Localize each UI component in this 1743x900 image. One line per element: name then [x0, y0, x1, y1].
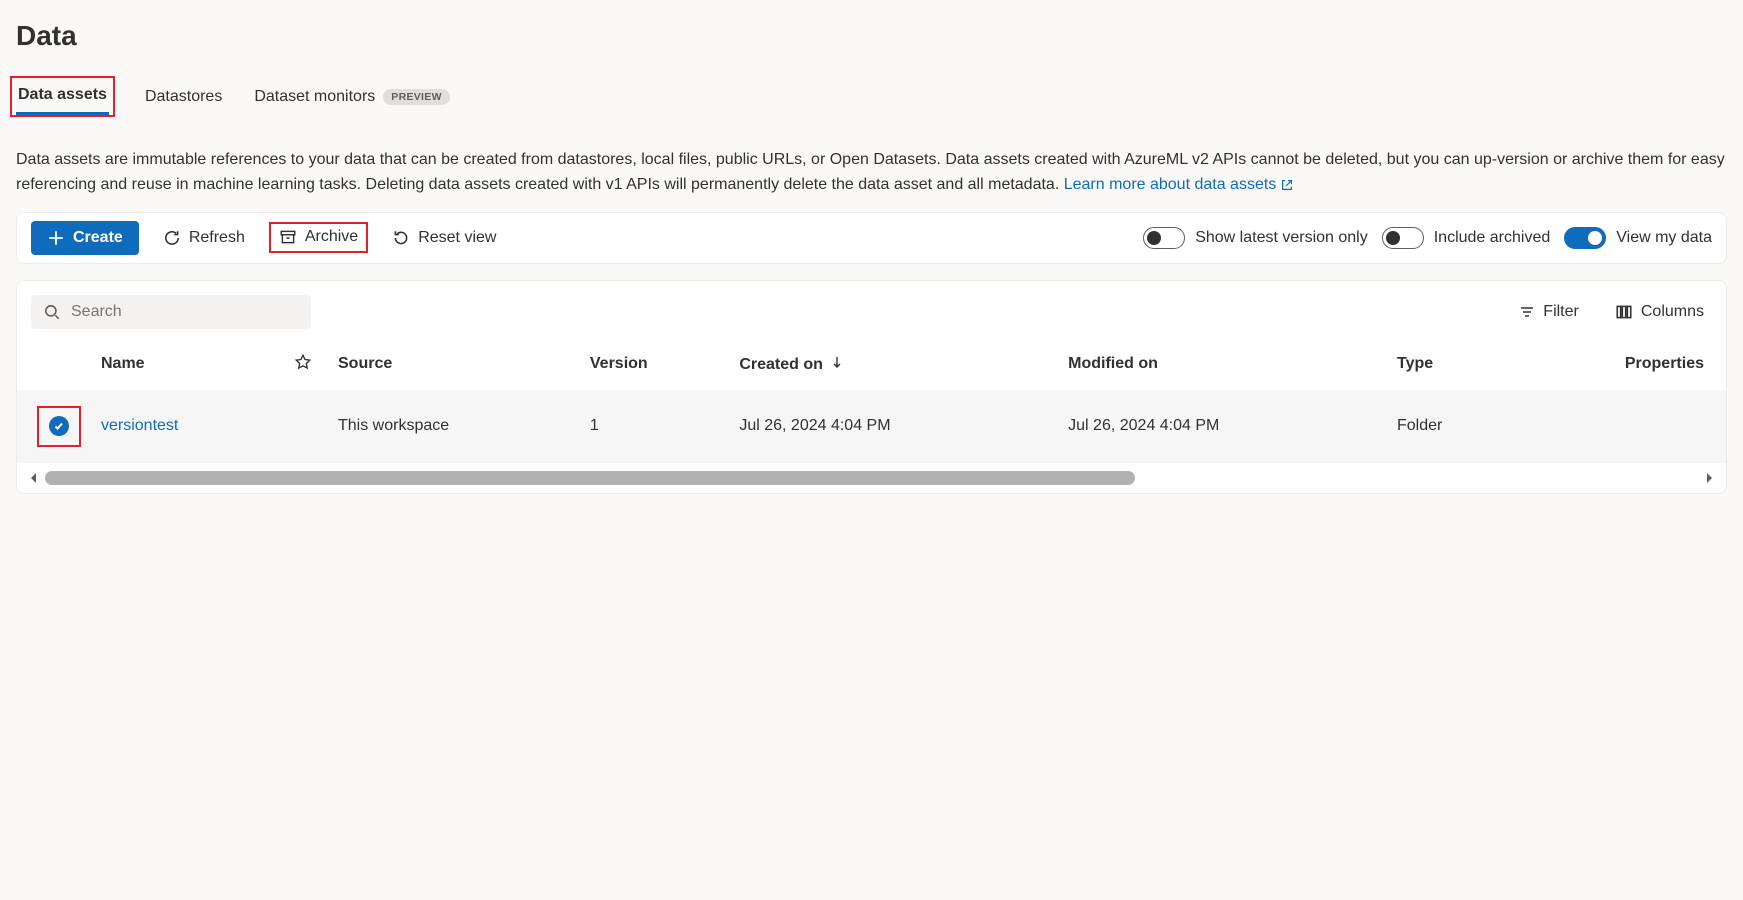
- col-source[interactable]: Source: [328, 339, 580, 390]
- col-type[interactable]: Type: [1387, 339, 1513, 390]
- toolbar: Create Refresh Archive: [16, 212, 1727, 264]
- columns-icon: [1615, 303, 1633, 321]
- tab-label: Datastores: [145, 88, 222, 106]
- star-icon: [294, 353, 312, 371]
- plus-icon: [47, 229, 65, 247]
- external-link-icon: [1280, 178, 1294, 192]
- columns-button[interactable]: Columns: [1607, 297, 1712, 327]
- reset-view-button[interactable]: Reset view: [382, 223, 506, 253]
- search-icon: [43, 303, 61, 321]
- tabs: Data assets Datastores Dataset monitors …: [16, 76, 1727, 118]
- toggle-include-archived: Include archived: [1382, 227, 1551, 249]
- col-version[interactable]: Version: [580, 339, 729, 390]
- archive-icon: [279, 228, 297, 246]
- cell-source: This workspace: [328, 390, 580, 463]
- archive-button[interactable]: Archive: [277, 226, 360, 248]
- button-label: Columns: [1641, 303, 1704, 321]
- link-text: Learn more about data assets: [1064, 173, 1277, 198]
- toggle-show-latest: Show latest version only: [1143, 227, 1368, 249]
- col-properties[interactable]: Properties: [1513, 339, 1727, 390]
- cell-created: Jul 26, 2024 4:04 PM: [729, 390, 1058, 463]
- toggle-switch[interactable]: [1143, 227, 1185, 249]
- data-assets-table: Name Source Version Created on: [17, 339, 1726, 463]
- tab-datastores[interactable]: Datastores: [143, 80, 224, 114]
- col-check: [17, 339, 91, 390]
- page-title: Data: [16, 0, 1727, 76]
- row-selected-check[interactable]: [49, 416, 69, 436]
- toggle-label: View my data: [1616, 229, 1712, 247]
- cell-modified: Jul 26, 2024 4:04 PM: [1058, 390, 1387, 463]
- tab-label: Dataset monitors: [254, 88, 375, 106]
- search-box[interactable]: [31, 295, 311, 329]
- refresh-button[interactable]: Refresh: [153, 223, 255, 253]
- cell-type: Folder: [1387, 390, 1513, 463]
- data-table-panel: Filter Columns Name: [16, 280, 1727, 494]
- toggle-switch[interactable]: [1382, 227, 1424, 249]
- horizontal-scrollbar[interactable]: [17, 463, 1726, 485]
- col-created-on[interactable]: Created on: [729, 339, 1058, 390]
- col-name[interactable]: Name: [91, 339, 278, 390]
- toggle-view-my-data: View my data: [1564, 227, 1712, 249]
- toggle-switch[interactable]: [1564, 227, 1606, 249]
- filter-icon: [1519, 304, 1535, 320]
- learn-more-link[interactable]: Learn more about data assets: [1064, 173, 1295, 198]
- tab-label: Data assets: [18, 86, 107, 104]
- tab-dataset-monitors[interactable]: Dataset monitors PREVIEW: [252, 80, 451, 114]
- filter-button[interactable]: Filter: [1511, 297, 1587, 327]
- button-label: Create: [73, 229, 123, 247]
- cell-properties: [1513, 390, 1727, 463]
- scroll-left-icon[interactable]: [29, 472, 39, 484]
- table-row[interactable]: versiontest This workspace 1 Jul 26, 202…: [17, 390, 1726, 463]
- button-label: Reset view: [418, 229, 496, 247]
- cell-version: 1: [580, 390, 729, 463]
- button-label: Archive: [305, 228, 358, 246]
- asset-name-link[interactable]: versiontest: [101, 417, 178, 434]
- toggle-label: Show latest version only: [1195, 229, 1368, 247]
- toggle-label: Include archived: [1434, 229, 1551, 247]
- tab-data-assets[interactable]: Data assets: [16, 78, 109, 115]
- search-input[interactable]: [71, 303, 299, 321]
- col-favorite[interactable]: [278, 339, 328, 390]
- description-text: Data assets are immutable references to …: [16, 151, 1725, 193]
- scroll-right-icon[interactable]: [1704, 472, 1714, 484]
- col-modified-on[interactable]: Modified on: [1058, 339, 1387, 390]
- description-paragraph: Data assets are immutable references to …: [16, 148, 1727, 198]
- button-label: Filter: [1543, 303, 1579, 321]
- refresh-icon: [163, 229, 181, 247]
- create-button[interactable]: Create: [31, 221, 139, 255]
- scroll-thumb[interactable]: [45, 471, 1135, 485]
- preview-badge: PREVIEW: [383, 89, 450, 105]
- button-label: Refresh: [189, 229, 245, 247]
- sort-down-icon: [831, 355, 843, 369]
- reset-icon: [392, 229, 410, 247]
